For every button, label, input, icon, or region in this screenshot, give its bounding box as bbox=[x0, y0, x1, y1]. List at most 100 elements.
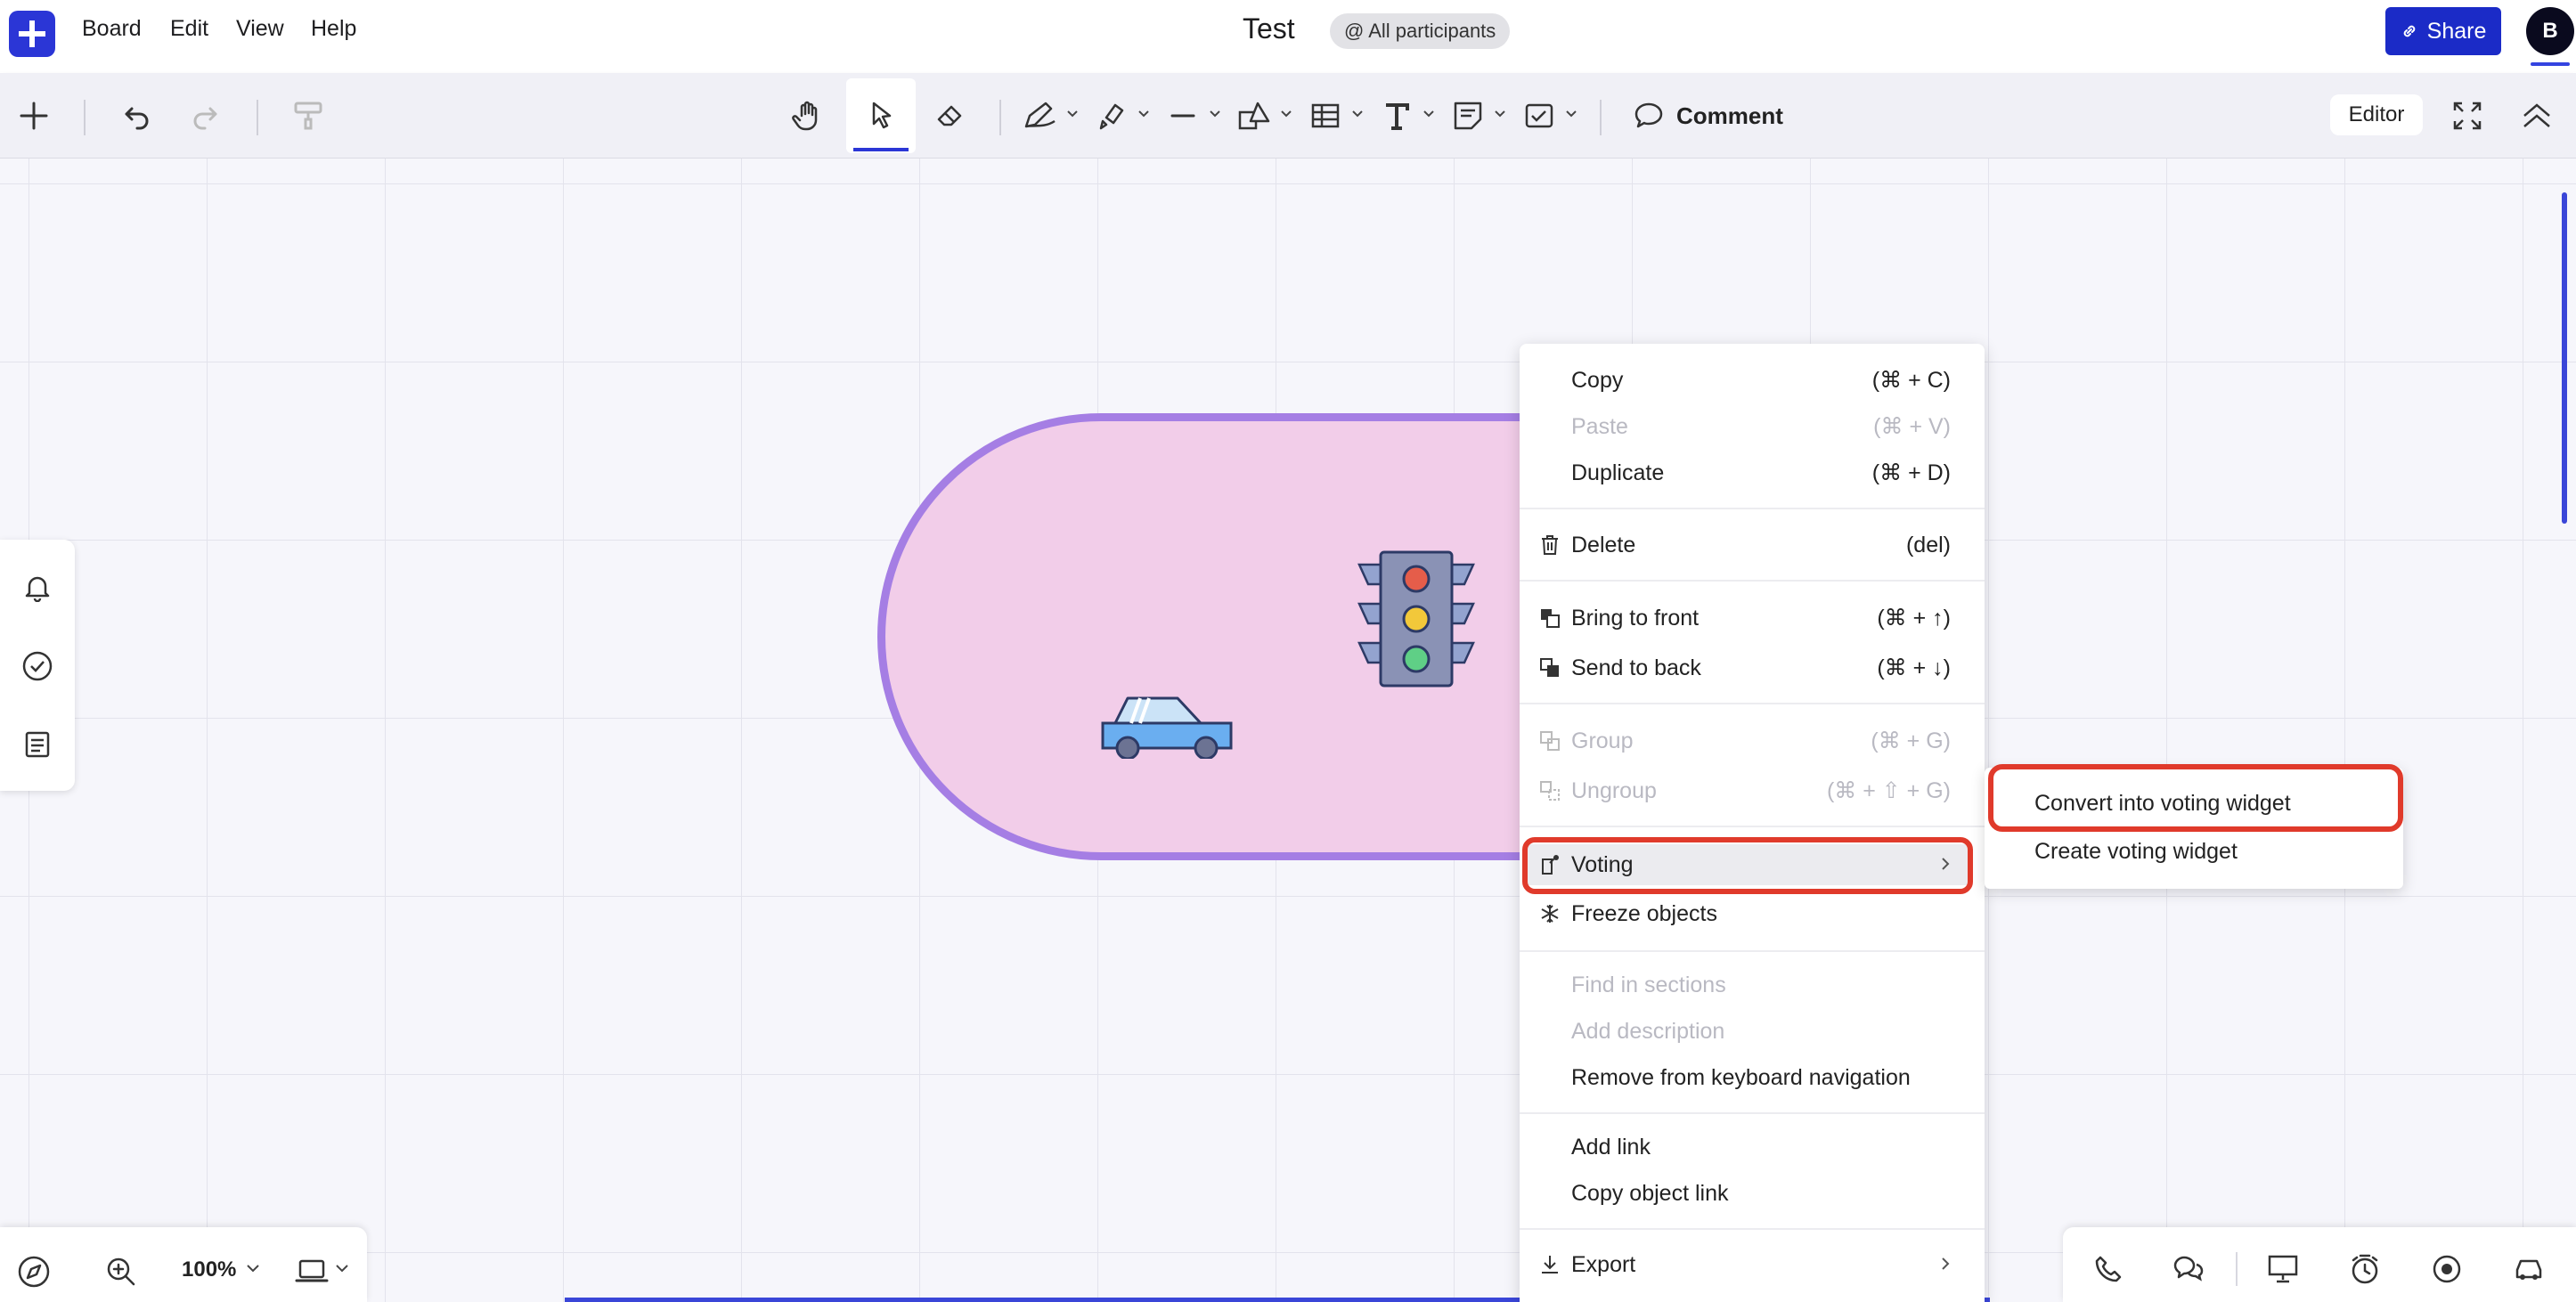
check-circle-icon[interactable] bbox=[14, 643, 61, 689]
menu-paste: Paste (⌘ + V) bbox=[1520, 406, 1985, 447]
menu-find-in-sections: Find in sections bbox=[1520, 964, 1985, 1005]
menu-group-shortcut: (⌘ + G) bbox=[1871, 728, 1951, 753]
menu-remove-keyboard-navigation[interactable]: Remove from keyboard navigation bbox=[1520, 1057, 1985, 1098]
menu-copy[interactable]: Copy (⌘ + C) bbox=[1520, 360, 1985, 401]
menu-send-to-back[interactable]: Send to back (⌘ + ↓) bbox=[1520, 647, 1985, 688]
menu-divider bbox=[1520, 950, 1985, 952]
editor-role-badge[interactable]: Editor bbox=[2330, 94, 2423, 135]
eraser-icon[interactable] bbox=[926, 93, 973, 139]
hand-icon[interactable] bbox=[784, 93, 830, 139]
menu-bring-to-front-shortcut: (⌘ + ↑) bbox=[1877, 606, 1951, 631]
menu-delete-shortcut: (del) bbox=[1905, 532, 1951, 557]
bell-icon[interactable] bbox=[14, 565, 61, 611]
chevron-down-icon[interactable] bbox=[1562, 105, 1580, 123]
menu-find-in-sections-label: Find in sections bbox=[1571, 972, 1726, 997]
comment-button[interactable]: Comment bbox=[1634, 96, 1783, 135]
compass-icon[interactable] bbox=[12, 1250, 55, 1293]
redo-icon[interactable] bbox=[182, 93, 228, 139]
chat-icon[interactable] bbox=[2166, 1247, 2211, 1291]
menu-send-to-back-label: Send to back bbox=[1571, 655, 1701, 680]
chevron-down-icon[interactable] bbox=[1349, 105, 1366, 123]
highlighter-icon[interactable] bbox=[1088, 93, 1135, 139]
convert-highlight-outline bbox=[1988, 764, 2403, 832]
toolbar-divider bbox=[257, 100, 258, 135]
chevron-down-icon[interactable] bbox=[1420, 105, 1438, 123]
menu-bring-to-front-label: Bring to front bbox=[1571, 605, 1700, 631]
app-logo-icon[interactable] bbox=[9, 11, 55, 57]
car-icon[interactable] bbox=[2507, 1247, 2551, 1291]
menu-divider bbox=[1520, 580, 1985, 582]
toolbar-divider bbox=[84, 100, 86, 135]
menu-copy-shortcut: (⌘ + C) bbox=[1871, 368, 1951, 393]
collapse-icon[interactable] bbox=[2514, 93, 2560, 139]
chevron-down-icon[interactable] bbox=[1491, 105, 1509, 123]
zoom-in-icon[interactable] bbox=[100, 1250, 143, 1293]
send-back-icon bbox=[1537, 655, 1562, 680]
chevron-right-icon bbox=[1940, 1252, 1951, 1278]
chevron-down-icon[interactable] bbox=[335, 1263, 353, 1281]
menu-freeze-objects[interactable]: Freeze objects bbox=[1520, 893, 1985, 934]
menu-copy-object-link[interactable]: Copy object link bbox=[1520, 1173, 1985, 1214]
checkbox-icon[interactable] bbox=[1516, 93, 1562, 139]
toolbar-divider bbox=[999, 100, 1001, 135]
menu-view[interactable]: View bbox=[236, 16, 284, 42]
canvas-scrollbar[interactable] bbox=[2562, 192, 2567, 524]
select-cursor-icon[interactable] bbox=[858, 93, 904, 139]
menu-edit[interactable]: Edit bbox=[170, 16, 208, 42]
menu-group: Group (⌘ + G) bbox=[1520, 720, 1985, 761]
sticky-note-icon[interactable] bbox=[1445, 93, 1491, 139]
list-icon[interactable] bbox=[14, 721, 61, 768]
shapes-icon[interactable] bbox=[1231, 93, 1277, 139]
comment-icon bbox=[1634, 102, 1663, 128]
text-icon[interactable] bbox=[1374, 93, 1420, 139]
user-avatar[interactable]: B bbox=[2526, 7, 2574, 55]
menu-delete-label: Delete bbox=[1571, 532, 1636, 557]
menu-help[interactable]: Help bbox=[311, 16, 356, 42]
menu-add-link-label: Add link bbox=[1571, 1134, 1651, 1160]
menu-paste-shortcut: (⌘ + V) bbox=[1873, 414, 1951, 439]
format-painter-icon[interactable] bbox=[285, 93, 331, 139]
trash-icon bbox=[1537, 533, 1562, 557]
menu-add-link[interactable]: Add link bbox=[1520, 1127, 1985, 1168]
menu-duplicate-label: Duplicate bbox=[1571, 460, 1665, 485]
zoom-level-dropdown[interactable]: 100% bbox=[182, 1257, 236, 1282]
chevron-down-icon[interactable] bbox=[1064, 105, 1081, 123]
menu-delete[interactable]: Delete (del) bbox=[1520, 525, 1985, 566]
menu-divider bbox=[1520, 703, 1985, 704]
timer-icon[interactable] bbox=[2343, 1247, 2387, 1291]
table-icon[interactable] bbox=[1302, 93, 1349, 139]
menu-divider bbox=[1520, 508, 1985, 509]
fullscreen-icon[interactable] bbox=[2444, 93, 2490, 139]
chevron-down-icon[interactable] bbox=[246, 1263, 264, 1281]
presentation-icon[interactable] bbox=[2261, 1247, 2305, 1291]
menu-ungroup-label: Ungroup bbox=[1571, 777, 1657, 803]
add-icon[interactable] bbox=[11, 93, 57, 139]
chevron-down-icon[interactable] bbox=[1277, 105, 1295, 123]
phone-icon[interactable] bbox=[2086, 1247, 2131, 1291]
pen-icon[interactable] bbox=[1017, 93, 1064, 139]
device-view-icon[interactable] bbox=[290, 1252, 333, 1291]
record-icon[interactable] bbox=[2425, 1247, 2469, 1291]
board-title[interactable]: Test bbox=[1243, 12, 1295, 45]
download-icon bbox=[1537, 1252, 1562, 1277]
line-icon[interactable] bbox=[1160, 93, 1206, 139]
menu-freeze-objects-label: Freeze objects bbox=[1571, 900, 1717, 926]
chevron-down-icon[interactable] bbox=[1135, 105, 1153, 123]
snowflake-icon bbox=[1537, 901, 1562, 926]
bottom-right-panel bbox=[2063, 1227, 2576, 1302]
menu-create-voting-widget[interactable]: Create voting widget bbox=[2034, 839, 2238, 865]
share-button[interactable]: Share bbox=[2385, 7, 2501, 55]
menu-paste-label: Paste bbox=[1571, 413, 1628, 439]
menu-bring-to-front[interactable]: Bring to front (⌘ + ↑) bbox=[1520, 598, 1985, 639]
chevron-down-icon[interactable] bbox=[1206, 105, 1224, 123]
menu-duplicate[interactable]: Duplicate (⌘ + D) bbox=[1520, 452, 1985, 493]
undo-icon[interactable] bbox=[114, 93, 160, 139]
toolbar-divider bbox=[1600, 100, 1602, 135]
menu-board[interactable]: Board bbox=[82, 16, 142, 42]
participants-badge[interactable]: @ All participants bbox=[1330, 13, 1511, 49]
traffic-light-illustration-icon[interactable] bbox=[1356, 549, 1477, 689]
voting-highlight-outline bbox=[1522, 837, 1973, 894]
link-icon bbox=[2403, 25, 2415, 37]
menu-export[interactable]: Export bbox=[1520, 1244, 1985, 1285]
car-illustration-icon[interactable] bbox=[1096, 679, 1238, 759]
